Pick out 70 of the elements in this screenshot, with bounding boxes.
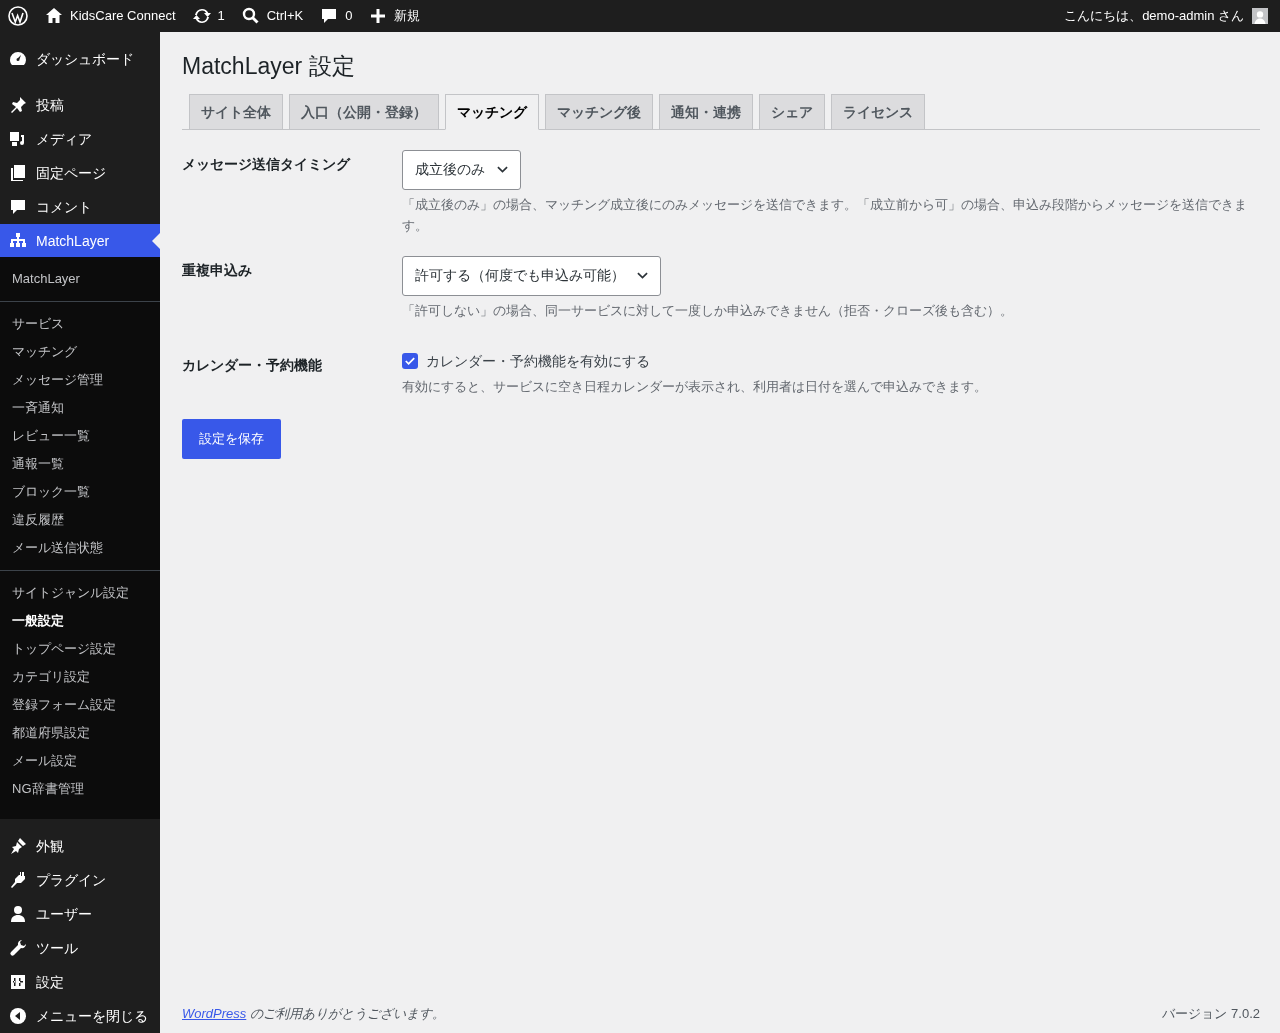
- user-icon: [8, 904, 28, 925]
- avatar-icon: [1252, 8, 1268, 24]
- menu-item[interactable]: 設定: [0, 965, 160, 1000]
- tab[interactable]: サイト全体: [189, 93, 283, 130]
- wrench-icon: [8, 938, 28, 959]
- submenu-item[interactable]: 一斉通知: [0, 394, 160, 423]
- submenu-item[interactable]: 登録フォーム設定: [0, 691, 160, 720]
- field-label: 重複申込み: [182, 260, 253, 280]
- checkbox-label[interactable]: カレンダー・予約機能を有効にする: [426, 350, 650, 372]
- refresh-icon: [191, 6, 212, 26]
- brush-icon: [8, 836, 28, 857]
- page-title: MatchLayer 設定: [182, 52, 356, 81]
- menu-item[interactable]: ユーザー: [0, 897, 160, 932]
- tab[interactable]: シェア: [759, 93, 825, 130]
- pages-icon: [8, 162, 28, 183]
- submenu-item[interactable]: 一般設定: [0, 607, 160, 636]
- submenu-item[interactable]: MatchLayer: [0, 265, 160, 294]
- version-text: バージョン 7.0.2: [1162, 1004, 1260, 1023]
- submenu-item[interactable]: メッセージ管理: [0, 366, 160, 395]
- submenu-item[interactable]: サービス: [0, 310, 160, 339]
- submenu-item[interactable]: NG辞書管理: [0, 775, 160, 804]
- save-button[interactable]: 設定を保存: [182, 418, 281, 459]
- submenu-item[interactable]: トップページ設定: [0, 635, 160, 664]
- menu-item[interactable]: プラグイン: [0, 863, 160, 898]
- submenu-item[interactable]: レビュー一覧: [0, 422, 160, 451]
- field-description: 「成立後のみ」の場合、マッチング成立後にのみメッセージを送信できます。「成立前から可」の場合、申込み段階からメッセージを送信できます。: [402, 195, 1248, 235]
- menu-item[interactable]: 外観: [0, 829, 160, 864]
- new-content-link[interactable]: 新規: [368, 6, 421, 26]
- chevron-down-icon: [637, 272, 648, 280]
- menu-item[interactable]: 固定ページ: [0, 155, 160, 190]
- dropdown[interactable]: 許可する（何度でも申込み可能）: [402, 255, 661, 296]
- comments-link[interactable]: 0: [319, 6, 353, 26]
- submenu-item[interactable]: サイトジャンル設定: [0, 579, 160, 608]
- chevron-down-icon: [497, 166, 508, 174]
- field-label: カレンダー・予約機能: [182, 355, 323, 375]
- tab[interactable]: マッチング後: [545, 93, 653, 130]
- menu-item[interactable]: MatchLayer: [0, 223, 160, 258]
- menu-item[interactable]: 投稿: [0, 87, 160, 122]
- home-icon: [44, 6, 64, 26]
- footer-text: WordPress のご利用ありがとうございます。: [182, 1004, 445, 1023]
- menu-item[interactable]: ツール: [0, 931, 160, 966]
- site-name-link[interactable]: KidsCare Connect: [44, 6, 176, 26]
- search-link[interactable]: Ctrl+K: [240, 6, 304, 26]
- field-description: 有効にすると、サービスに空き日程カレンダーが表示され、利用者は日付を選んで申込みできます。: [402, 377, 987, 396]
- field-description: 「許可しない」の場合、同一サービスに対して一度しか申込みできません（拒否・クローズ後も含む）。: [402, 301, 1013, 320]
- dropdown[interactable]: 成立後のみ: [402, 149, 521, 190]
- submenu-item[interactable]: メール送信状態: [0, 534, 160, 563]
- tab[interactable]: マッチング: [445, 93, 539, 130]
- submenu-item[interactable]: カテゴリ設定: [0, 663, 160, 692]
- updates-link[interactable]: 1: [191, 6, 225, 26]
- field-label: メッセージ送信タイミング: [182, 154, 352, 174]
- menu-item[interactable]: メニューを閉じる: [0, 999, 160, 1033]
- account-link[interactable]: こんにちは、demo-admin さん: [1064, 6, 1272, 26]
- search-icon: [240, 6, 261, 26]
- submenu-item[interactable]: メール設定: [0, 747, 160, 776]
- menu-item[interactable]: メディア: [0, 121, 160, 156]
- submenu-item[interactable]: マッチング: [0, 338, 160, 367]
- wordpress-logo-icon: [8, 6, 28, 26]
- tab[interactable]: ライセンス: [831, 93, 925, 130]
- tab[interactable]: 通知・連携: [659, 93, 753, 130]
- submenu-item[interactable]: 通報一覧: [0, 450, 160, 479]
- plug-icon: [8, 870, 28, 891]
- wordpress-link[interactable]: WordPress: [182, 1005, 247, 1021]
- tab[interactable]: 入口（公開・登録）: [289, 93, 439, 130]
- submenu-item[interactable]: 違反履歴: [0, 506, 160, 535]
- submenu-item[interactable]: ブロック一覧: [0, 478, 160, 507]
- menu-item[interactable]: コメント: [0, 189, 160, 224]
- submenu-item[interactable]: 都道府県設定: [0, 719, 160, 748]
- checkbox[interactable]: [402, 353, 418, 370]
- menu-item[interactable]: ダッシュボード: [0, 42, 160, 76]
